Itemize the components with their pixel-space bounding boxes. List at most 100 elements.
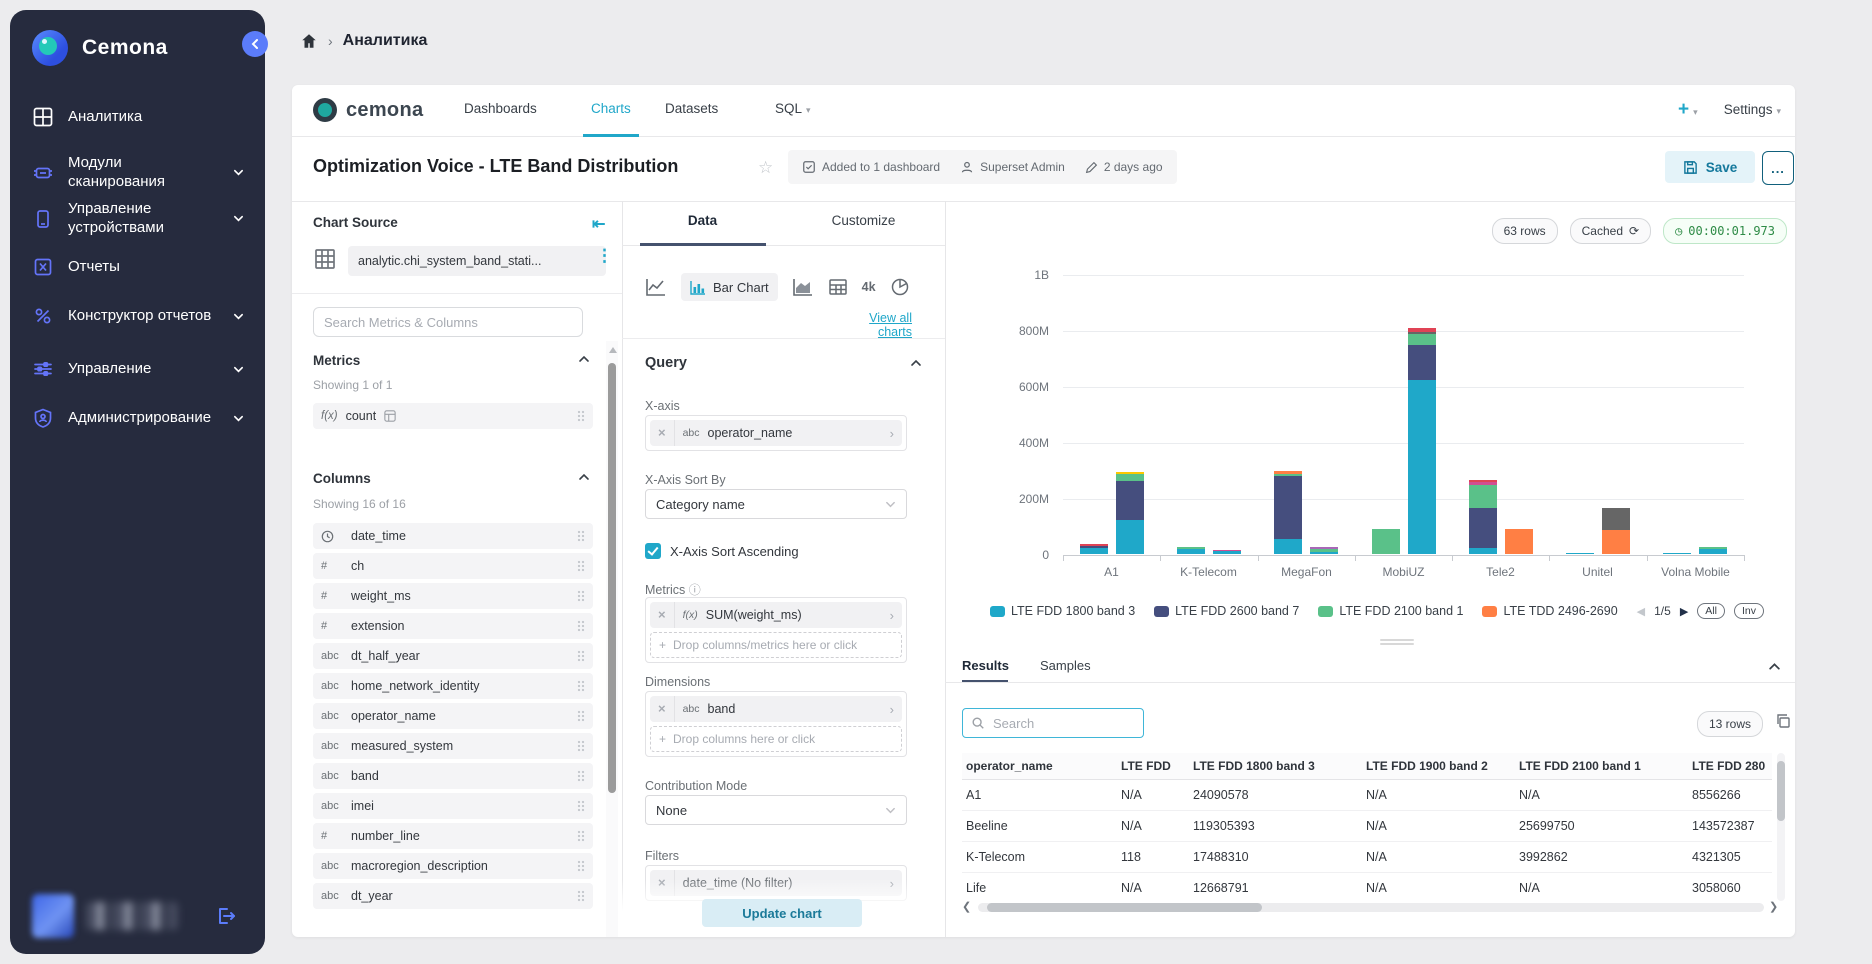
stacked-bar-K-Telecom-0[interactable] [1177,547,1205,554]
column-item-extension[interactable]: #extension [313,613,593,639]
column-item-ch[interactable]: #ch [313,553,593,579]
column-header-lte-fdd[interactable]: LTE FDD [1117,753,1189,780]
legend-prev-icon[interactable]: ◀ [1637,605,1645,618]
chevron-down-icon[interactable] [233,213,244,224]
drag-handle-icon[interactable] [577,560,585,572]
logout-icon[interactable] [214,904,238,928]
nav-dashboards[interactable]: Dashboards [464,101,537,116]
column-item-number_line[interactable]: #number_line [313,823,593,849]
chevron-right-icon[interactable]: › [890,608,894,623]
drag-handle-icon[interactable] [577,410,585,422]
modified-badge[interactable]: 2 days ago [1085,160,1163,174]
table-row[interactable]: A1N/A24090578N/AN/A8556266 [962,780,1772,811]
legend-item[interactable]: LTE FDD 2100 band 1 [1318,604,1463,618]
bar-chart-plot[interactable]: A1K-TelecomMegaFonMobiUZTele2UnitelVolna… [1063,275,1744,555]
table-vertical-scrollbar-thumb[interactable] [1777,761,1785,821]
new-button[interactable]: +▾ [1678,99,1698,121]
dataset-menu-icon[interactable]: ⋮ [596,247,613,264]
contribution-mode-select[interactable]: None [645,795,907,825]
sort-ascending-row[interactable]: X-Axis Sort Ascending [645,543,799,559]
row-count-badge[interactable]: 63 rows [1492,218,1558,244]
cached-badge[interactable]: Cached⟳ [1570,218,1651,244]
stacked-bar-A1-0[interactable] [1080,544,1108,554]
drag-handle-icon[interactable] [577,890,585,902]
stacked-bar-MegaFon-1[interactable] [1310,547,1338,554]
chevron-down-icon[interactable] [233,413,244,424]
sort-by-select[interactable]: Category name [645,489,907,519]
breadcrumb-current[interactable]: Аналитика [343,32,428,50]
dimensions-drop-zone[interactable]: +Drop columns here or click [650,726,902,752]
resize-drag-handle[interactable] [1380,637,1414,647]
dashboard-badge[interactable]: Added to 1 dashboard [802,160,940,174]
drag-handle-icon[interactable] [577,770,585,782]
update-chart-button[interactable]: Update chart [702,899,862,927]
columns-collapse-icon[interactable] [578,471,590,483]
drag-handle-icon[interactable] [577,680,585,692]
panel-scrollbar-thumb[interactable] [608,363,616,793]
results-tab-samples[interactable]: Samples [1040,658,1091,673]
dataset-name[interactable]: analytic.chi_system_band_stati... [348,246,606,276]
column-header-lte-fdd-280[interactable]: LTE FDD 280 [1688,753,1772,780]
nav-sql[interactable]: SQL▾ [775,101,811,116]
stacked-bar-MegaFon-0[interactable] [1274,471,1302,554]
column-item-date_time[interactable]: date_time [313,523,593,549]
table-viz-icon[interactable] [828,277,848,297]
results-tab-results[interactable]: Results [962,658,1009,673]
scroll-right-icon[interactable]: ❯ [1769,900,1778,913]
sidebar-item-6[interactable]: Управление [32,358,250,380]
tab-data[interactable]: Data [622,213,783,228]
legend-item[interactable]: LTE FDD 2600 band 7 [1154,604,1299,618]
sidebar-item-4[interactable]: Отчеты [32,256,250,278]
sidebar-item-5[interactable]: Конструктор отчетов [32,305,250,327]
scrollbar-up-arrow[interactable] [609,347,617,353]
pie-chart-icon[interactable] [890,277,910,297]
checkbox-checked-icon[interactable] [645,543,661,559]
user-row[interactable] [30,892,248,940]
column-header-operator_name[interactable]: operator_name [962,753,1117,780]
big-number-viz-icon[interactable]: 4k [862,280,876,294]
remove-icon[interactable]: × [658,696,675,722]
drag-handle-icon[interactable] [577,710,585,722]
stacked-bar-Unitel-1[interactable] [1602,508,1630,554]
chart-title[interactable]: Optimization Voice - LTE Band Distributi… [313,156,678,177]
legend-item[interactable]: LTE TDD 2496-2690 [1482,604,1617,618]
sidebar-item-7[interactable]: Администрирование [32,407,250,429]
drag-handle-icon[interactable] [577,590,585,602]
column-item-dt_year[interactable]: abcdt_year [313,883,593,909]
drag-handle-icon[interactable] [577,530,585,542]
settings-menu[interactable]: Settings▾ [1724,101,1781,119]
dimension-value-pill[interactable]: × abc band › [650,696,902,722]
column-header-lte-fdd-1900-band-2[interactable]: LTE FDD 1900 band 2 [1362,753,1515,780]
drag-handle-icon[interactable] [577,860,585,872]
results-collapse-icon[interactable] [1768,660,1781,673]
save-button[interactable]: Save [1665,151,1755,183]
refresh-icon[interactable]: ⟳ [1629,224,1639,238]
sidebar-collapse-button[interactable] [242,31,268,57]
metrics-drop-zone[interactable]: +Drop columns/metrics here or click [650,632,902,658]
column-item-operator_name[interactable]: abcoperator_name [313,703,593,729]
metric-item-count[interactable]: f(x) count [313,403,593,429]
chevron-right-icon[interactable]: › [890,702,894,717]
nav-charts[interactable]: Charts [591,101,631,116]
column-item-dt_half_year[interactable]: abcdt_half_year [313,643,593,669]
drag-handle-icon[interactable] [577,800,585,812]
drag-handle-icon[interactable] [577,740,585,752]
area-chart-icon[interactable] [792,277,814,297]
owner-badge[interactable]: Superset Admin [960,160,1065,174]
sidebar-item-3[interactable]: Управление устройствами [32,200,250,238]
legend-all-button[interactable]: All [1697,603,1725,619]
sidebar-item-1[interactable]: Аналитика [32,106,250,128]
stacked-bar-Volna-Mobile-1[interactable] [1699,547,1727,554]
drag-handle-icon[interactable] [577,620,585,632]
stacked-bar-Volna-Mobile-0[interactable] [1663,553,1691,555]
scroll-left-icon[interactable]: ❮ [962,900,971,913]
legend-next-icon[interactable]: ▶ [1680,605,1688,618]
results-table[interactable]: operator_nameLTE FDDLTE FDD 1800 band 3L… [962,753,1772,901]
column-item-imei[interactable]: abcimei [313,793,593,819]
query-collapse-icon[interactable] [910,357,922,369]
remove-icon[interactable]: × [658,602,675,628]
drag-handle-icon[interactable] [577,650,585,662]
tab-customize[interactable]: Customize [783,213,944,228]
stacked-bar-Unitel-0[interactable] [1566,553,1594,555]
column-item-home_network_identity[interactable]: abchome_network_identity [313,673,593,699]
